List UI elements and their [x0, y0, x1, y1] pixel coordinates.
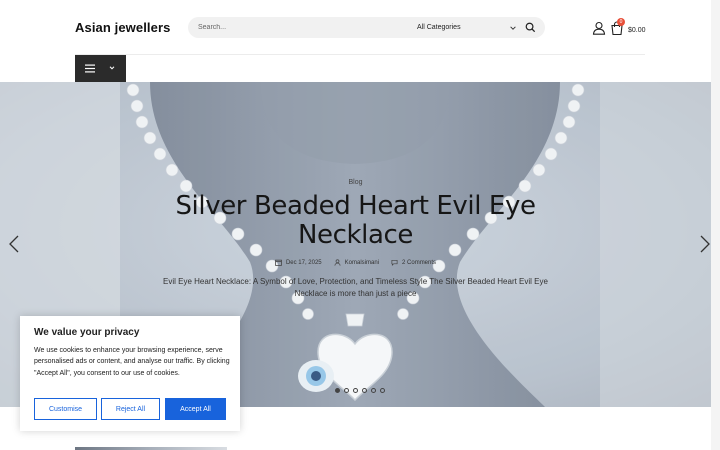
calendar-icon — [275, 259, 282, 266]
accept-all-button[interactable]: Accept All — [165, 398, 226, 420]
main-menu-button[interactable] — [75, 55, 126, 82]
chevron-down-icon — [510, 25, 516, 30]
user-icon[interactable] — [592, 21, 606, 35]
post-date-text: Dec 17, 2025 — [285, 259, 322, 266]
search-input[interactable] — [198, 20, 398, 35]
hamburger-icon — [85, 64, 95, 73]
cookie-consent-banner: We value your privacy We use cookies to … — [20, 316, 240, 431]
cart-total[interactable]: $0.00 — [628, 27, 646, 34]
page-scrollbar[interactable] — [711, 0, 720, 450]
comment-icon — [391, 259, 398, 266]
post-title[interactable]: Silver Beaded Heart Evil Eye Necklace — [160, 192, 551, 250]
slider-dot[interactable] — [335, 388, 340, 393]
post-excerpt: Evil Eye Heart Necklace: A Symbol of Lov… — [163, 277, 548, 298]
slider-dot[interactable] — [344, 388, 349, 393]
post-meta: Dec 17, 2025 Komalsimani 2 Comments — [0, 259, 711, 266]
post-author[interactable]: Komalsimani — [334, 259, 379, 266]
cookie-description: We use cookies to enhance your browsing … — [34, 347, 230, 377]
arrow-right-icon[interactable] — [699, 234, 711, 254]
search-bar: All Categories — [188, 17, 545, 38]
post-comments-text: 2 Comments — [402, 259, 437, 266]
arrow-left-icon[interactable] — [8, 234, 20, 254]
post-author-text: Komalsimani — [344, 259, 380, 266]
slider-dot[interactable] — [371, 388, 376, 393]
site-header: Asian jewellers All Categories 0 $0.00 — [0, 0, 720, 82]
post-category[interactable]: Blog — [0, 179, 711, 186]
reject-all-button[interactable]: Reject All — [101, 398, 160, 420]
header-divider — [75, 54, 645, 55]
site-logo[interactable]: Asian jewellers — [75, 20, 170, 35]
cookie-title: We value your privacy — [34, 327, 140, 338]
category-select[interactable]: All Categories — [417, 19, 517, 36]
chevron-down-icon — [109, 66, 115, 70]
cart-count-badge: 0 — [617, 18, 625, 26]
category-select-value: All Categories — [417, 24, 461, 31]
slider-dot[interactable] — [380, 388, 385, 393]
post-comments[interactable]: 2 Comments — [391, 259, 436, 266]
search-icon[interactable] — [524, 21, 537, 34]
post-date[interactable]: Dec 17, 2025 — [275, 259, 322, 266]
slider-dot[interactable] — [362, 388, 367, 393]
customise-button[interactable]: Customise — [34, 398, 97, 420]
slider-dot[interactable] — [353, 388, 358, 393]
slider-dots — [335, 388, 385, 393]
author-icon — [334, 259, 341, 266]
